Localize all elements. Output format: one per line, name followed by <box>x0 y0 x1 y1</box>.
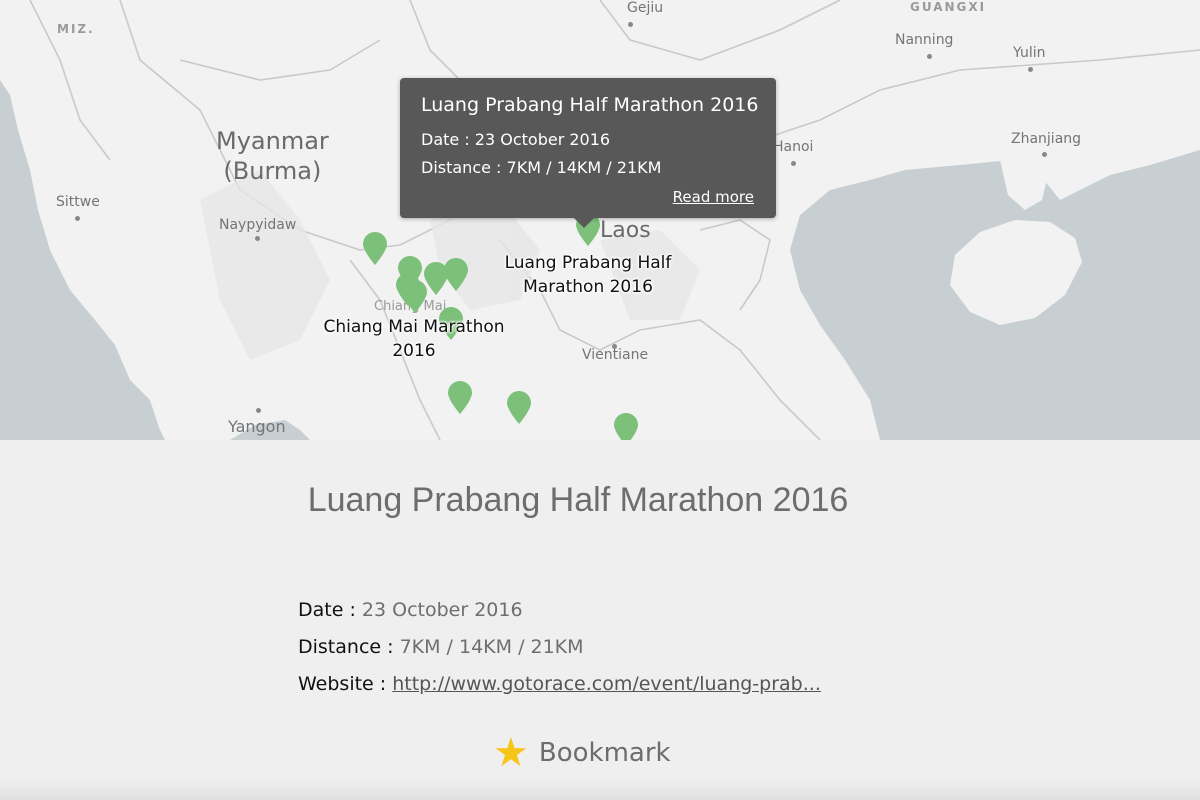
race-marker[interactable] <box>362 232 388 266</box>
region-label: MIZ. <box>57 22 95 36</box>
marker-label-chiang-mai: Chiang Mai Marathon 2016 <box>323 317 505 361</box>
city-label: Yangon <box>228 417 286 436</box>
city-dot <box>1028 67 1033 72</box>
city-dot <box>255 236 260 241</box>
event-title: Luang Prabang Half Marathon 2016 <box>307 481 849 519</box>
city-label: Hanoi <box>773 139 814 155</box>
star-icon: ★ <box>493 730 529 776</box>
country-label-myanmar: Myanmar (Burma) <box>216 127 329 185</box>
marker-label-luang-prabang: Luang Prabang Half Marathon 2016 <box>504 253 672 297</box>
race-marker[interactable] <box>447 381 473 415</box>
event-website-label: Website : <box>298 673 387 695</box>
map[interactable]: MIZ. GUANGXI Myanmar (Burma) Laos Gejiu … <box>0 0 1200 440</box>
country-label-laos: Laos <box>600 218 651 243</box>
city-dot <box>75 216 80 221</box>
popup-distance: Distance : 7KM / 14KM / 21KM <box>421 158 662 177</box>
event-distance-label: Distance : <box>298 636 394 658</box>
city-dot <box>256 408 261 413</box>
city-label: Vientiane <box>582 347 649 363</box>
bookmark-label: Bookmark <box>538 738 671 768</box>
event-date-label: Date : <box>298 599 356 621</box>
event-date-row: Date : 23 October 2016 <box>298 599 523 621</box>
race-marker[interactable] <box>613 413 639 440</box>
city-label: Yulin <box>1013 45 1046 61</box>
popup-read-more-link[interactable]: Read more <box>673 188 754 206</box>
map-popup: Luang Prabang Half Marathon 2016 Date : … <box>400 78 776 228</box>
bottom-shadow <box>0 780 1200 800</box>
city-label: Nanning <box>895 32 954 48</box>
city-dot <box>791 161 796 166</box>
event-website-row: Website : http://www.gotorace.com/event/… <box>298 673 821 695</box>
popup-title: Luang Prabang Half Marathon 2016 <box>421 94 759 116</box>
city-dot <box>927 54 932 59</box>
popup-date: Date : 23 October 2016 <box>421 130 611 149</box>
event-website-link[interactable]: http://www.gotorace.com/event/luang-prab… <box>392 673 821 695</box>
city-label: Naypyidaw <box>219 217 297 233</box>
city-dot <box>1042 152 1047 157</box>
event-date-value: 23 October 2016 <box>361 599 523 621</box>
city-dot <box>628 22 633 27</box>
race-marker[interactable] <box>506 391 532 425</box>
region-label: GUANGXI <box>910 0 987 14</box>
city-label: Sittwe <box>56 194 100 210</box>
event-distance-row: Distance : 7KM / 14KM / 21KM <box>298 636 584 658</box>
bookmark-button[interactable]: ★ Bookmark <box>493 733 671 773</box>
event-distance-value: 7KM / 14KM / 21KM <box>399 636 584 658</box>
city-label: Zhanjiang <box>1011 131 1082 147</box>
race-marker[interactable] <box>443 258 469 292</box>
city-label: Gejiu <box>627 0 664 16</box>
